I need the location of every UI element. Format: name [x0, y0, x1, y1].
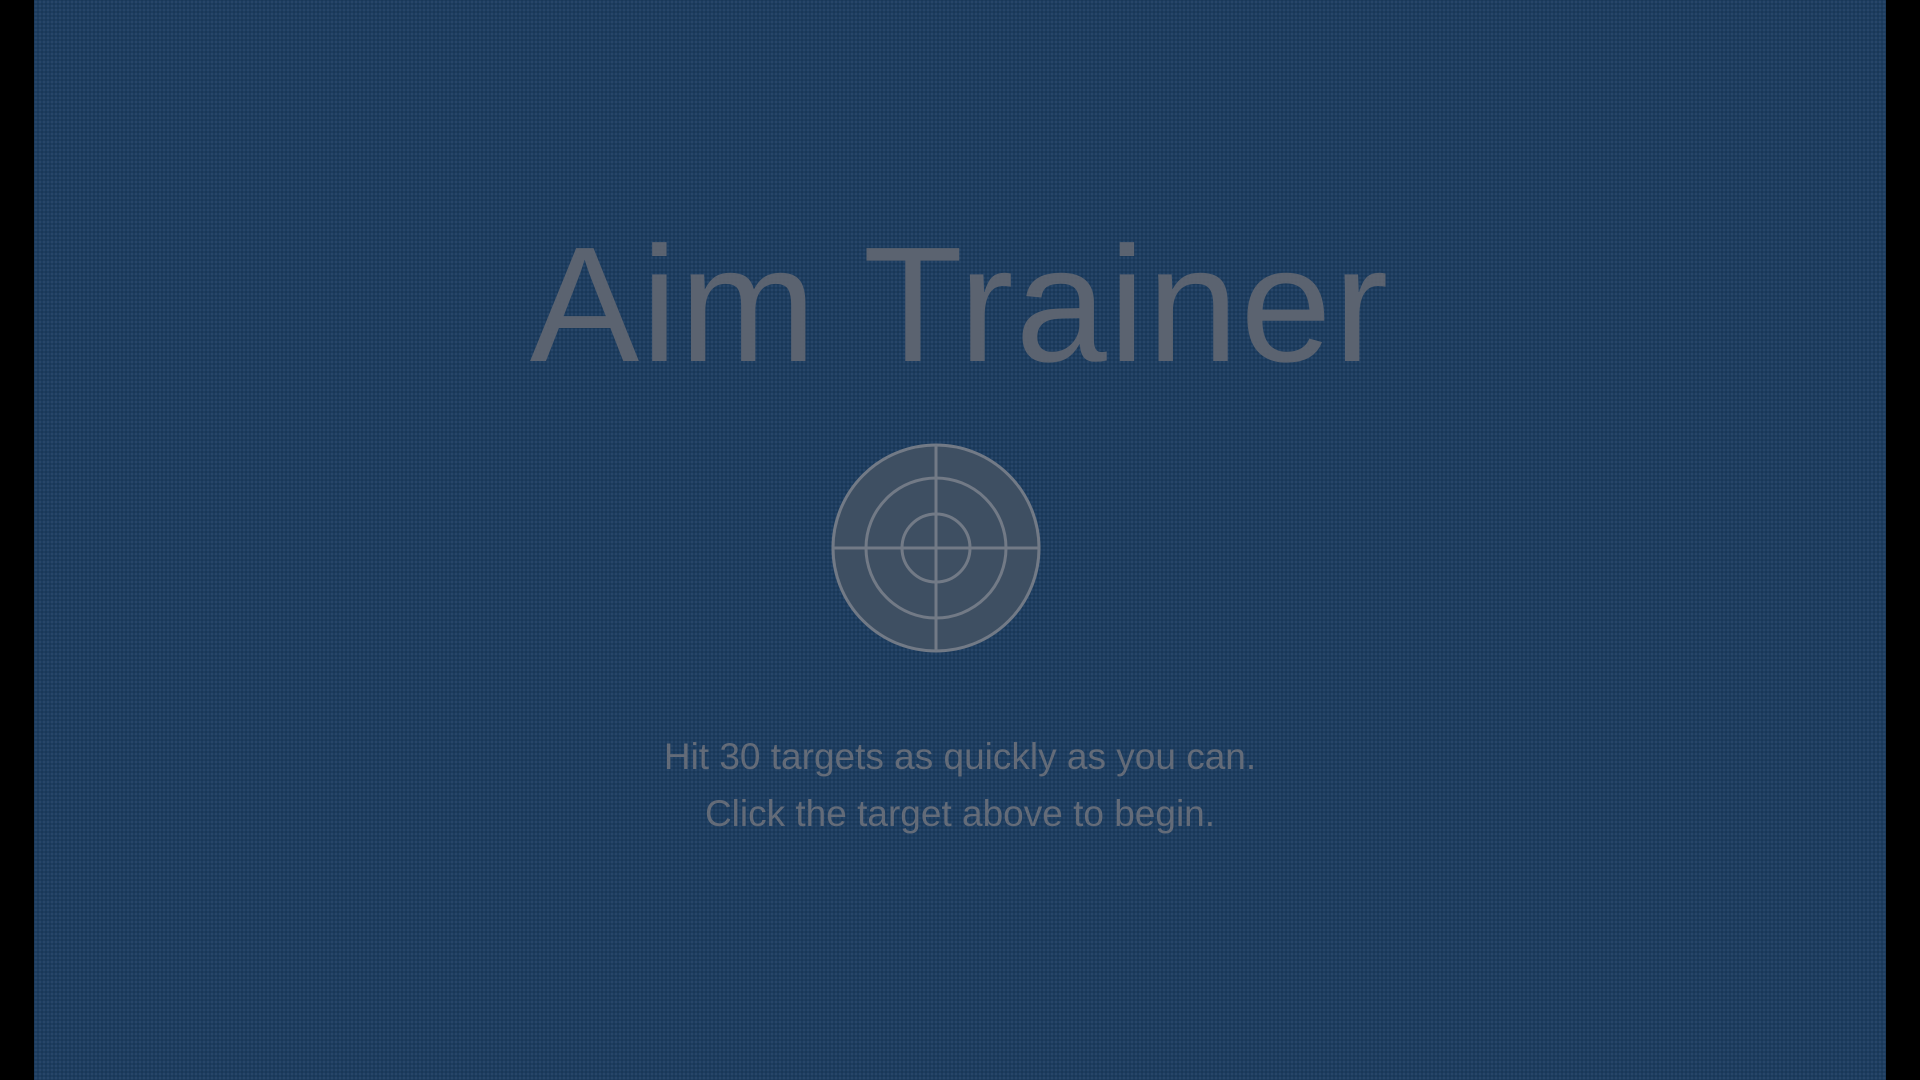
- instructions: Hit 30 targets as quickly as you can. Cl…: [34, 728, 1886, 842]
- letterbox-left: [0, 0, 34, 1080]
- game-title: Aim Trainer: [529, 213, 1391, 396]
- game-area: Aim Trainer Hit 30 targets as quickly as…: [34, 0, 1886, 1080]
- start-target-button[interactable]: [831, 443, 1041, 653]
- crosshair-target-icon: [831, 443, 1041, 653]
- letterbox-right: [1886, 0, 1920, 1080]
- instructions-line-2: Click the target above to begin.: [704, 793, 1216, 834]
- instructions-line-1: Hit 30 targets as quickly as you can.: [663, 736, 1257, 777]
